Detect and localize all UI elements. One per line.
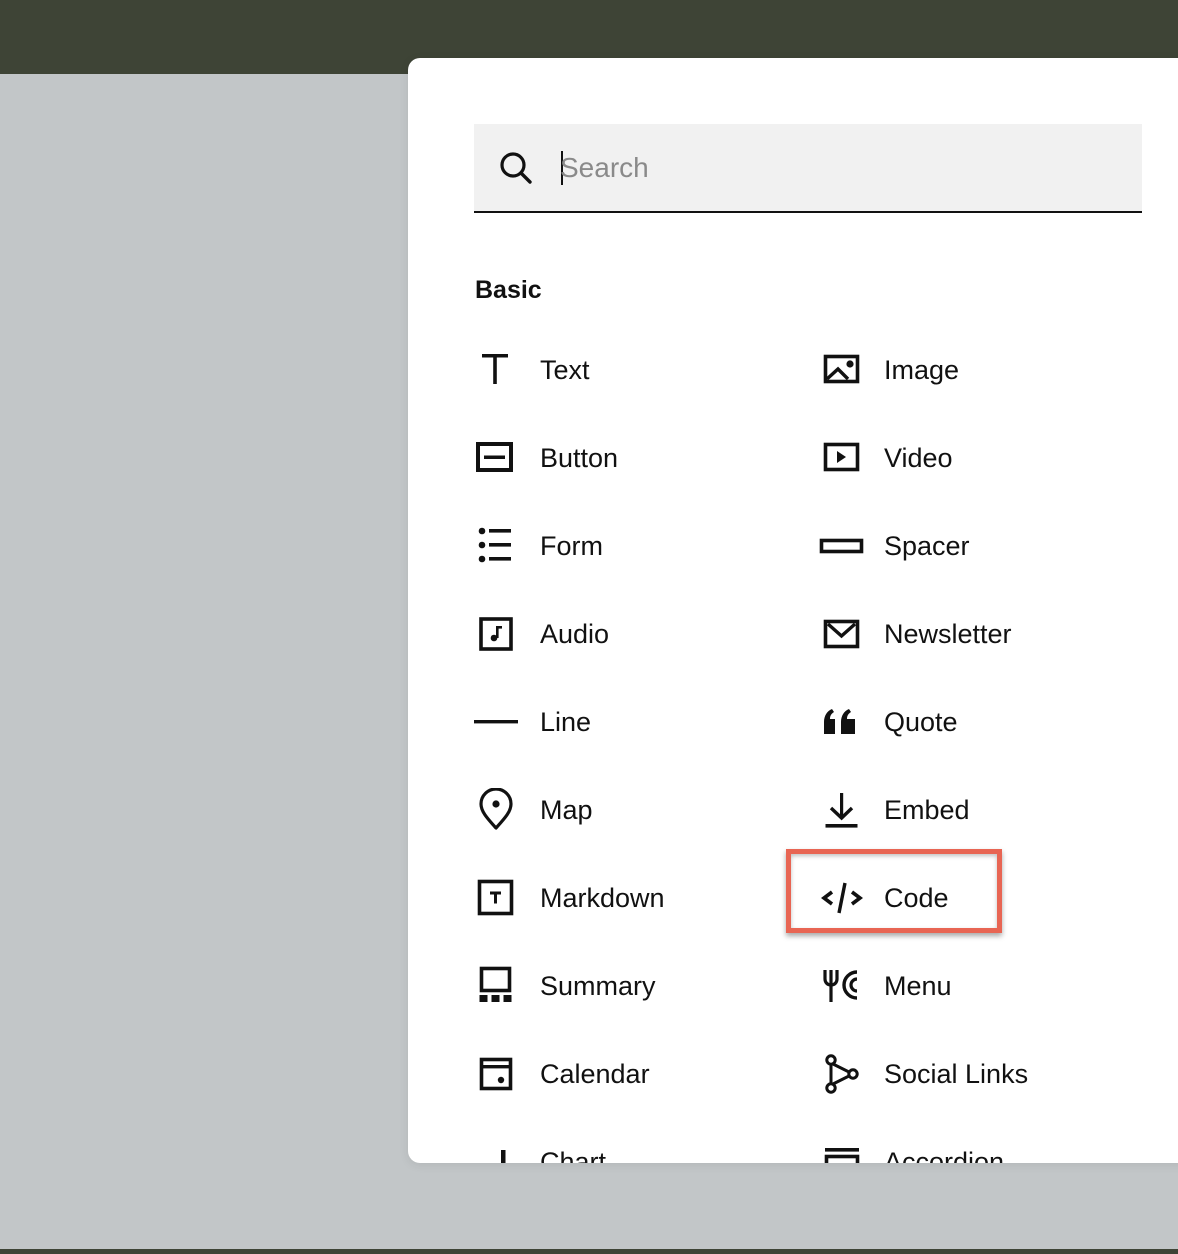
text-icon bbox=[474, 348, 522, 392]
block-newsletter[interactable]: Newsletter bbox=[818, 604, 1118, 664]
search-input[interactable] bbox=[560, 144, 1120, 192]
button-icon bbox=[474, 436, 522, 480]
block-label: Video bbox=[884, 442, 953, 473]
block-label: Quote bbox=[884, 706, 958, 737]
block-label: Form bbox=[540, 530, 603, 561]
form-icon bbox=[474, 524, 522, 568]
block-spacer[interactable]: Spacer bbox=[818, 516, 1118, 576]
block-label: Summary bbox=[540, 970, 656, 1001]
accordion-icon bbox=[818, 1140, 866, 1163]
block-label: Audio bbox=[540, 618, 610, 649]
map-pin-icon bbox=[474, 788, 522, 832]
social-links-icon bbox=[818, 1052, 866, 1096]
menu-icon bbox=[818, 964, 866, 1008]
calendar-icon bbox=[474, 1052, 522, 1096]
block-video[interactable]: Video bbox=[818, 428, 1118, 488]
block-line[interactable]: Line bbox=[474, 692, 774, 752]
block-chart[interactable]: Chart bbox=[474, 1132, 774, 1163]
block-image[interactable]: Image bbox=[818, 340, 1118, 400]
block-label: Markdown bbox=[540, 882, 665, 913]
block-label: Embed bbox=[884, 794, 970, 825]
block-markdown[interactable]: Markdown bbox=[474, 868, 774, 928]
block-menu[interactable]: Menu bbox=[818, 956, 1118, 1016]
line-icon bbox=[474, 700, 522, 744]
markdown-icon bbox=[474, 876, 522, 920]
spacer-icon bbox=[818, 524, 866, 568]
bottom-bar bbox=[0, 1249, 1178, 1254]
block-summary[interactable]: Summary bbox=[474, 956, 774, 1016]
block-accordion[interactable]: Accordion bbox=[818, 1132, 1118, 1163]
quote-icon bbox=[818, 700, 866, 744]
block-form[interactable]: Form bbox=[474, 516, 774, 576]
block-calendar[interactable]: Calendar bbox=[474, 1044, 774, 1104]
summary-icon bbox=[474, 964, 522, 1008]
block-social-links[interactable]: Social Links bbox=[818, 1044, 1118, 1104]
block-label: Line bbox=[540, 706, 592, 737]
block-label: Text bbox=[540, 354, 590, 385]
block-map[interactable]: Map bbox=[474, 780, 774, 840]
add-block-panel: Basic Text Button Form Audio Line bbox=[408, 58, 1178, 1163]
chart-icon bbox=[474, 1140, 522, 1163]
block-label: Menu bbox=[884, 970, 952, 1001]
section-title-basic: Basic bbox=[475, 276, 542, 304]
audio-icon bbox=[474, 612, 522, 656]
block-label: Image bbox=[884, 354, 960, 385]
block-embed[interactable]: Embed bbox=[818, 780, 1118, 840]
block-label: Spacer bbox=[884, 530, 970, 561]
block-label: Button bbox=[540, 442, 619, 473]
block-label: Map bbox=[540, 794, 593, 825]
block-button[interactable]: Button bbox=[474, 428, 774, 488]
envelope-icon bbox=[818, 612, 866, 656]
video-icon bbox=[818, 436, 866, 480]
block-label: Newsletter bbox=[884, 618, 1012, 649]
block-quote[interactable]: Quote bbox=[818, 692, 1118, 752]
block-label: Calendar bbox=[540, 1058, 650, 1089]
search-icon bbox=[500, 152, 532, 184]
search-field[interactable] bbox=[474, 124, 1142, 213]
block-label: Chart bbox=[540, 1146, 607, 1164]
embed-icon bbox=[818, 788, 866, 832]
block-label: Accordion bbox=[884, 1146, 1005, 1164]
block-audio[interactable]: Audio bbox=[474, 604, 774, 664]
block-label: Social Links bbox=[884, 1058, 1029, 1089]
image-icon bbox=[818, 348, 866, 392]
block-text[interactable]: Text bbox=[474, 340, 774, 400]
highlight-box bbox=[786, 849, 1002, 933]
